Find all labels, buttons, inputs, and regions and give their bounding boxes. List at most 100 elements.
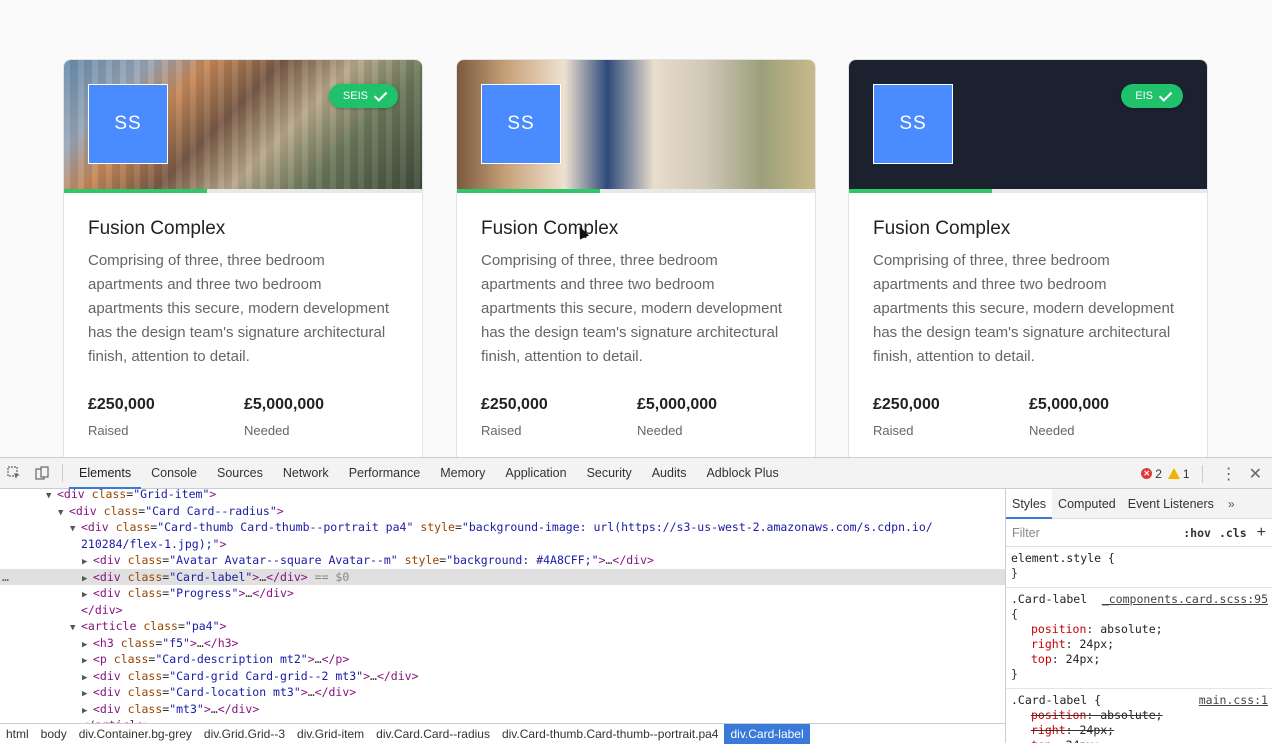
dom-node-line[interactable]: ▶ <div class="mt3">…</div> (0, 701, 1005, 718)
css-property[interactable]: position: absolute; (1011, 708, 1268, 723)
warning-count[interactable]: 1 (1167, 466, 1190, 481)
card-label-text: EIS (1135, 90, 1153, 102)
dom-node-line[interactable]: 210284/flex-1.jpg);"> (0, 536, 1005, 553)
tab-audits[interactable]: Audits (642, 458, 697, 489)
tab-console[interactable]: Console (141, 458, 207, 489)
tab-performance[interactable]: Performance (339, 458, 431, 489)
css-property[interactable]: top: 24px; (1011, 738, 1268, 743)
dom-node-line[interactable]: ▶ <h3 class="f5">…</h3> (0, 635, 1005, 652)
project-card[interactable]: SS EIS Fusion Complex Comprising of thre… (848, 59, 1208, 457)
css-property[interactable]: position: absolute; (1011, 622, 1268, 637)
devtools-tabbar: Elements Console Sources Network Performance… (0, 458, 1272, 489)
breadcrumb-item[interactable]: div.Grid-item (291, 724, 370, 744)
tabbar-divider (1201, 464, 1203, 483)
inspect-element-icon[interactable] (0, 458, 28, 489)
breadcrumb-item[interactable]: div.Container.bg-grey (73, 724, 198, 744)
dom-node-line[interactable]: … ▶ <div class="Card-label">…</div> == $0 (0, 568, 1005, 586)
error-count-text: 2 (1155, 466, 1162, 481)
styles-sidebar: Styles Computed Event Listeners » Filter :… (1005, 489, 1272, 743)
tab-security[interactable]: Security (577, 458, 642, 489)
css-property[interactable]: right: 24px; (1011, 723, 1268, 738)
dom-node-line[interactable]: ▶ <div class="Progress">…</div> (0, 585, 1005, 602)
property-name: top (1031, 738, 1052, 743)
card-description: Comprising of three, three bedroom apart… (88, 252, 389, 365)
tab-memory[interactable]: Memory (430, 458, 495, 489)
breadcrumb-item[interactable]: div.Card-label (724, 723, 810, 744)
tab-application[interactable]: Application (495, 458, 576, 489)
card-article: Fusion Complex Comprising of three, thre… (88, 218, 400, 457)
card-stats: £250,000 Raised £5,000,000 Needed (873, 396, 1185, 438)
breadcrumb-item[interactable]: div.Grid.Grid--3 (198, 724, 291, 744)
breadcrumb-item[interactable]: body (35, 724, 73, 744)
raised-caption: Raised (481, 423, 522, 438)
card-title: Fusion Complex (873, 218, 1011, 239)
breadcrumb: html body div.Container.bg-grey div.Grid.Gr… (0, 723, 1005, 744)
progress-bar (849, 189, 1207, 193)
card-label-text: SEIS (342, 90, 368, 102)
needed-value: £5,000,000 (244, 396, 325, 413)
card-stats: £250,000 Raised £5,000,000 Needed (88, 396, 400, 438)
rule-selector[interactable]: element.style { (1011, 551, 1268, 566)
breadcrumb-item[interactable]: div.Card-thumb.Card-thumb--portrait.pa4 (496, 724, 725, 744)
dom-node-line[interactable]: ▶ <div class="Card-location mt3">…</div> (0, 684, 1005, 701)
tab-adblock-plus[interactable]: Adblock Plus (696, 458, 788, 489)
avatar: SS (481, 84, 561, 164)
card-description: Comprising of three, three bedroom apart… (481, 252, 782, 365)
raised-caption: Raised (88, 423, 129, 438)
dom-node-line[interactable]: ▶ <div class="Card-grid Card-grid--2 mt3"… (0, 668, 1005, 685)
close-icon[interactable]: ✕ (1249, 464, 1262, 484)
project-card[interactable]: SS SEIS Fusion Complex Comprising of thr… (63, 59, 423, 457)
rule-open-brace: { (1011, 607, 1018, 621)
raised-value: £250,000 (88, 396, 155, 413)
devtools-panel: Elements Console Sources Network Performance… (0, 457, 1272, 744)
error-count[interactable]: ✕ 2 (1141, 467, 1162, 481)
rule-source-link[interactable]: main.css:1 (1199, 693, 1268, 708)
styles-tab-styles[interactable]: Styles (1006, 489, 1053, 519)
property-value: 24px; (1066, 738, 1101, 743)
tabbar-divider (62, 464, 63, 482)
rule-source-link[interactable]: _components.card.scss:95 (1102, 592, 1268, 607)
warning-count-text: 1 (1182, 466, 1190, 481)
device-toolbar-icon[interactable] (28, 458, 56, 489)
more-options-icon[interactable]: ⋮ (1215, 464, 1243, 484)
dom-node-line[interactable]: ▼ <div class="Card-thumb Card-thumb--port… (0, 519, 1005, 536)
css-rule: _components.card.scss:95 .Card-label{posi… (1006, 588, 1272, 689)
rule-close-brace: } (1011, 667, 1018, 681)
tab-network[interactable]: Network (273, 458, 339, 489)
node-options-icon[interactable]: … (2, 569, 9, 586)
property-value: 24px; (1079, 637, 1115, 651)
breadcrumb-item[interactable]: div.Card.Card--radius (370, 724, 496, 744)
cls-toggle-button[interactable]: .cls (1219, 526, 1247, 540)
card-description: Comprising of three, three bedroom apart… (873, 252, 1174, 365)
project-card[interactable]: SS Fusion Complex Comprising of three, t… (456, 59, 816, 457)
css-property[interactable]: top: 24px; (1011, 652, 1268, 667)
styles-filter-bar: Filter :hov .cls + (1006, 519, 1272, 547)
progress-fill (849, 189, 993, 193)
card-stats: £250,000 Raised £5,000,000 Needed (481, 396, 793, 438)
card-article: Fusion Complex Comprising of three, thre… (481, 218, 793, 457)
styles-filter-input[interactable]: Filter (1012, 526, 1175, 540)
dom-node-line[interactable]: ▶ <p class="Card-description mt2">…</p> (0, 651, 1005, 668)
breadcrumb-item[interactable]: html (0, 724, 35, 744)
dom-node-line[interactable]: </div> (0, 602, 1005, 619)
dom-node-line[interactable]: ▼ <div class="Grid-item"> (0, 489, 1005, 503)
property-value: absolute; (1100, 622, 1163, 636)
avatar: SS (88, 84, 168, 164)
card-article: Fusion Complex Comprising of three, thre… (873, 218, 1185, 457)
progress-bar (457, 189, 815, 193)
tab-sources[interactable]: Sources (207, 458, 273, 489)
needed-value: £5,000,000 (1029, 396, 1110, 413)
tab-elements[interactable]: Elements (69, 458, 142, 489)
styles-tab-computed[interactable]: Computed (1052, 489, 1122, 519)
css-property[interactable]: right: 24px; (1011, 637, 1268, 652)
styles-tab-event-listeners[interactable]: Event Listeners (1122, 489, 1220, 519)
hov-toggle-button[interactable]: :hov (1183, 526, 1211, 540)
dom-node-line[interactable]: ▶ <div class="Avatar Avatar--square Avata… (0, 552, 1005, 569)
dom-node-line[interactable]: ▼ <article class="pa4"> (0, 618, 1005, 635)
property-name: position (1031, 622, 1087, 636)
dom-node-line[interactable]: ▼ <div class="Card Card--radius"> (0, 503, 1005, 520)
more-tabs-icon[interactable]: » (1220, 497, 1243, 511)
add-rule-icon[interactable]: + (1257, 524, 1266, 542)
elements-dom-tree[interactable]: ▼ <div class="Grid-item"> ▼ <div class="Car… (0, 489, 1005, 723)
property-name: top (1031, 652, 1052, 666)
